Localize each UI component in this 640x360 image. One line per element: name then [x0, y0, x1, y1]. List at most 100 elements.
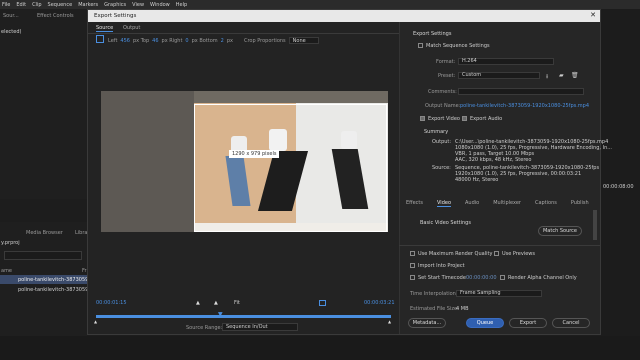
- in-point-marker[interactable]: ▲: [94, 319, 97, 324]
- bg-media-browser-tab[interactable]: Media Browser: [26, 230, 63, 236]
- crop-proportions-select[interactable]: None: [288, 37, 319, 44]
- menu-item-file[interactable]: File: [2, 2, 10, 8]
- export-settings-header[interactable]: Export Settings: [413, 31, 451, 37]
- settings-tabs: Effects Video Audio Multiplexer Captions…: [406, 200, 589, 207]
- export-settings-dialog: Export Settings ✕ Source Output Left 456…: [87, 9, 612, 335]
- fit-select[interactable]: Fit: [234, 300, 240, 306]
- crop-bottom-value[interactable]: 2: [221, 38, 224, 44]
- tab-output[interactable]: Output: [123, 25, 140, 31]
- max-render-check-icon[interactable]: [410, 251, 415, 256]
- divider-2: [399, 245, 600, 246]
- comments-field[interactable]: [458, 88, 584, 95]
- source-range-label: Source Range:: [186, 325, 223, 331]
- export-video-checkbox[interactable]: Export Video: [420, 116, 460, 122]
- timecode-out[interactable]: 00:00:03:21: [364, 300, 395, 306]
- alpha-only-check-icon[interactable]: [500, 275, 505, 280]
- export-video-check-icon[interactable]: [420, 116, 425, 121]
- preset-select[interactable]: Custom: [458, 72, 540, 79]
- output-name-link[interactable]: poline-tankilevitch-3873059-1920x1080-25…: [460, 103, 589, 109]
- tab-source[interactable]: Source: [96, 25, 114, 32]
- menu-item-window[interactable]: Window: [150, 2, 170, 8]
- export-audio-check-icon[interactable]: [462, 116, 467, 121]
- use-previews-checkbox[interactable]: Use Previews: [494, 251, 535, 257]
- bg-project-item-1[interactable]: poline-tankilevitch-3873059: [18, 277, 88, 283]
- alpha-only-checkbox[interactable]: Render Alpha Channel Only: [500, 275, 577, 281]
- playhead[interactable]: ▼: [218, 311, 223, 318]
- output-line-4: AAC, 320 kbps, 48 kHz, Stereo: [455, 157, 532, 163]
- left-panel-top: [0, 9, 87, 199]
- settings-scrollbar[interactable]: [593, 210, 597, 240]
- crop-px-label: px: [226, 37, 233, 44]
- menu-item-clip[interactable]: Clip: [32, 2, 41, 8]
- menu-item-sequence[interactable]: Sequence: [48, 2, 73, 8]
- tab-video[interactable]: Video: [437, 200, 452, 207]
- summary-source-text: Sequence, poline-tankilevitch-3873059-19…: [455, 165, 599, 183]
- export-audio-label: Export Audio: [470, 116, 503, 122]
- start-timecode-value[interactable]: 00:00:00:00: [466, 275, 497, 281]
- crop-right-value[interactable]: 0: [185, 38, 188, 44]
- crop-proportions-label: Crop Proportions: [243, 37, 286, 44]
- crop-right-label: px Right: [161, 37, 183, 44]
- bg-project-item-2[interactable]: poline-tankilevitch-3873059: [18, 287, 88, 293]
- max-render-checkbox[interactable]: Use Maximum Render Quality: [410, 251, 492, 257]
- queue-button[interactable]: Queue: [466, 318, 504, 328]
- timecode-in[interactable]: 00:00:01:15: [96, 300, 127, 306]
- import-project-checkbox[interactable]: Import Into Project: [410, 263, 465, 269]
- bg-framerate-column[interactable]: Fr: [82, 268, 87, 274]
- divider: [88, 33, 399, 34]
- crop-left-label: Left: [108, 37, 118, 44]
- menu-item-graphics[interactable]: Graphics: [104, 2, 126, 8]
- cancel-button[interactable]: Cancel: [552, 318, 590, 328]
- bg-name-column[interactable]: ame: [1, 268, 12, 274]
- crop-left-value[interactable]: 456: [120, 38, 130, 44]
- bg-selected-label: elected): [1, 29, 22, 35]
- import-project-check-icon[interactable]: [410, 263, 415, 268]
- crop-top-value[interactable]: 46: [152, 38, 158, 44]
- match-sequence-checkbox[interactable]: Match Sequence Settings: [418, 43, 490, 49]
- start-timecode-check-icon[interactable]: [410, 275, 415, 280]
- mark-out-icon[interactable]: ▲: [214, 300, 218, 306]
- match-sequence-check-icon[interactable]: [418, 43, 423, 48]
- bg-tab-source[interactable]: Sour...: [3, 13, 19, 19]
- bg-project-search[interactable]: [4, 251, 82, 260]
- bg-tab-effect-controls[interactable]: Effect Controls: [37, 13, 74, 19]
- comments-label: Comments:: [428, 89, 457, 95]
- tab-publish[interactable]: Publish: [571, 200, 589, 207]
- mark-in-icon[interactable]: ▲: [196, 300, 200, 306]
- summary-output-text: C:\User...\poline-tankilevitch-3873059-1…: [455, 139, 612, 163]
- crop-icon[interactable]: [96, 35, 104, 43]
- out-point-marker[interactable]: ▲: [388, 319, 391, 324]
- crop-controls: Left 456 px Top 46 px Right 0 px Bottom …: [108, 37, 319, 44]
- summary-header[interactable]: Summary: [424, 129, 448, 135]
- menu-item-markers[interactable]: Markers: [78, 2, 98, 8]
- menu-item-view[interactable]: View: [132, 2, 144, 8]
- close-icon[interactable]: ✕: [590, 11, 596, 19]
- time-interpolation-select[interactable]: Frame Sampling: [456, 290, 542, 297]
- tab-captions[interactable]: Captions: [535, 200, 557, 207]
- match-source-button[interactable]: Match Source: [538, 226, 582, 236]
- bottom-panel: [0, 336, 640, 360]
- export-audio-checkbox[interactable]: Export Audio: [462, 116, 502, 122]
- scrubber-bar[interactable]: [96, 315, 391, 318]
- aspect-icon[interactable]: [319, 300, 326, 306]
- basic-video-header[interactable]: Basic Video Settings: [420, 220, 471, 226]
- use-previews-check-icon[interactable]: [494, 251, 499, 256]
- tab-effects[interactable]: Effects: [406, 200, 423, 207]
- menu-bar: File Edit Clip Sequence Markers Graphics View W…: [0, 0, 640, 9]
- crop-box[interactable]: [194, 104, 387, 232]
- tab-audio[interactable]: Audio: [465, 200, 479, 207]
- summary-output-label: Output:: [432, 139, 452, 145]
- tab-multiplexer[interactable]: Multiplexer: [493, 200, 521, 207]
- save-preset-icon[interactable]: ⭳: [546, 72, 548, 82]
- source-line-3: 48000 Hz, Stereo: [455, 177, 499, 183]
- file-size-label: Estimated File Size:: [410, 306, 459, 312]
- start-timecode-checkbox[interactable]: Set Start Timecode: [410, 275, 466, 281]
- menu-item-edit[interactable]: Edit: [16, 2, 26, 8]
- delete-preset-icon[interactable]: 🗑: [571, 72, 579, 79]
- metadata-button[interactable]: Metadata...: [408, 318, 446, 328]
- import-preset-icon[interactable]: ▰: [559, 72, 564, 79]
- format-select[interactable]: H.264: [458, 58, 554, 65]
- menu-item-help[interactable]: Help: [176, 2, 187, 8]
- export-button[interactable]: Export: [509, 318, 547, 328]
- source-range-select[interactable]: Sequence In/Out: [222, 323, 298, 331]
